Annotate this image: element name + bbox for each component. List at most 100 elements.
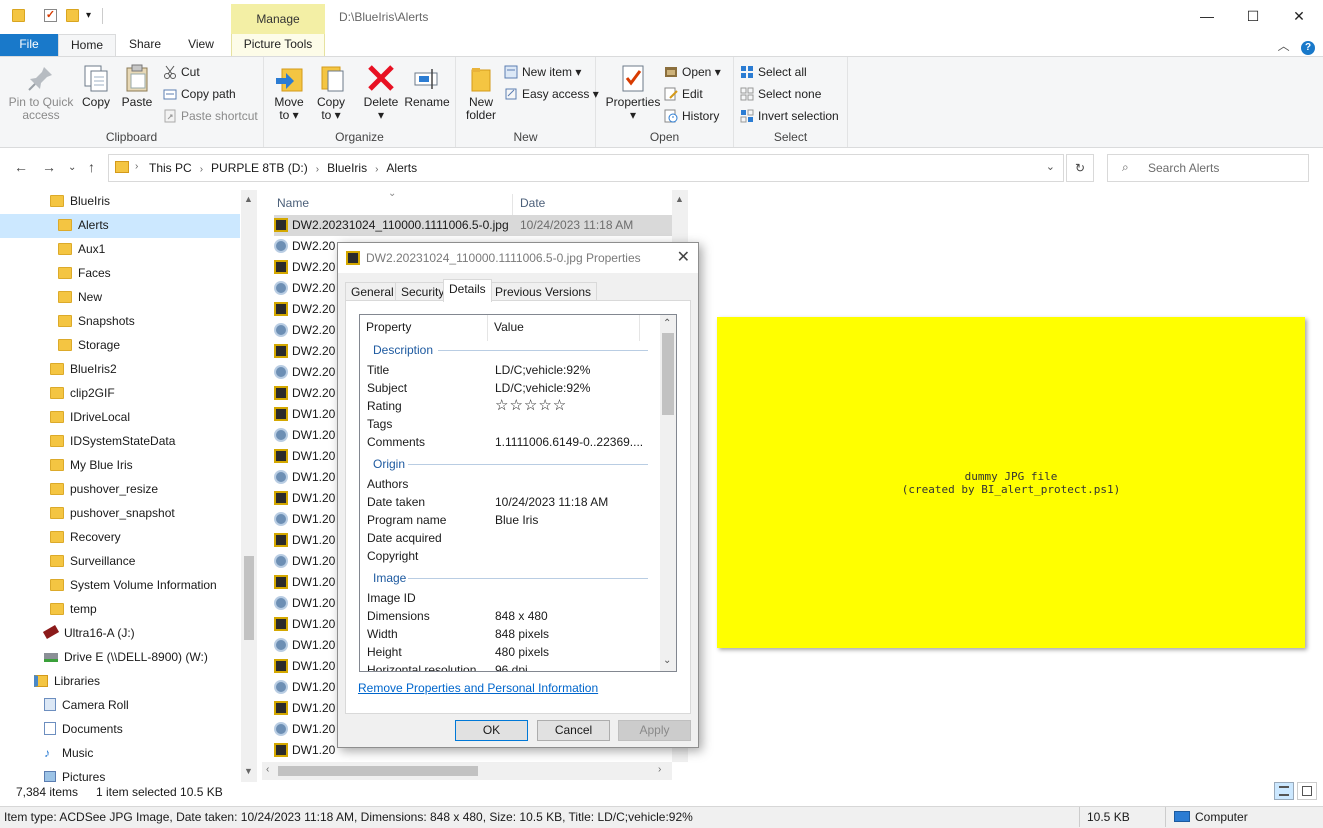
recent-locations-chevron-icon[interactable]: ⌄ xyxy=(68,162,76,173)
scroll-right-icon[interactable]: › xyxy=(658,764,661,775)
tab-share[interactable]: Share xyxy=(120,34,170,56)
tab-general[interactable]: General xyxy=(345,282,400,301)
property-row[interactable]: Rating ☆☆☆☆☆ xyxy=(360,397,660,415)
scroll-up-icon[interactable]: ▲ xyxy=(244,194,253,204)
nav-scrollbar[interactable]: ▲ ▼ xyxy=(241,190,257,782)
crumb-blueiris[interactable]: BlueIris xyxy=(327,161,367,175)
property-row[interactable]: Authors xyxy=(360,475,660,493)
property-row[interactable]: Height 480 pixels xyxy=(360,643,660,661)
property-row[interactable]: Title LD/C;vehicle:92% xyxy=(360,361,660,379)
easy-access-button[interactable]: Easy access ▾ xyxy=(504,85,599,103)
nav-item-pushover-resize[interactable]: pushover_resize xyxy=(0,478,240,502)
tab-manage[interactable]: Manage xyxy=(231,4,325,34)
select-none-button[interactable]: Select none xyxy=(740,85,821,103)
tab-previous-versions[interactable]: Previous Versions xyxy=(489,282,598,301)
address-bar[interactable]: › This PC › PURPLE 8TB (D:) › BlueIris › Alert… xyxy=(108,154,1064,182)
scroll-up-icon[interactable]: ⌃ xyxy=(663,318,671,329)
delete-button[interactable]: Delete ▾ xyxy=(362,61,400,122)
properties-check-icon[interactable]: ✓ xyxy=(44,9,57,22)
file-row[interactable]: DW2.20231024_110000.1111006.5-0.jpg 10/24… xyxy=(274,215,672,236)
scroll-up-icon[interactable]: ▲ xyxy=(675,194,684,204)
nav-item-faces[interactable]: Faces xyxy=(0,262,240,286)
copy-to-button[interactable]: Copy to ▾ xyxy=(312,61,350,122)
nav-item-documents[interactable]: Documents xyxy=(0,718,240,742)
select-all-button[interactable]: Select all xyxy=(740,63,807,81)
nav-item-new[interactable]: New xyxy=(0,286,240,310)
crumb-alerts[interactable]: Alerts xyxy=(386,161,417,175)
nav-item-drive-e[interactable]: Drive E (\\DELL-8900) (W:) xyxy=(0,646,240,670)
nav-item-alerts[interactable]: Alerts xyxy=(0,214,240,238)
customize-quick-access-icon[interactable]: ▾ xyxy=(86,10,91,21)
column-header-value[interactable]: Value xyxy=(488,315,640,341)
crumb-drive[interactable]: PURPLE 8TB (D:) xyxy=(211,161,308,175)
copy-path-button[interactable]: Copy path xyxy=(163,85,236,103)
scroll-left-icon[interactable]: ‹ xyxy=(266,764,269,775)
up-arrow-icon[interactable]: ↑ xyxy=(88,159,95,175)
nav-item-music[interactable]: ♪ Music xyxy=(0,742,240,766)
tab-view[interactable]: View xyxy=(176,34,226,56)
open-button[interactable]: Open ▾ xyxy=(664,63,721,81)
close-button[interactable]: ✕ xyxy=(1276,0,1322,32)
property-row[interactable]: Program name Blue Iris xyxy=(360,511,660,529)
nav-item-clip2gif[interactable]: clip2GIF xyxy=(0,382,240,406)
nav-item-recovery[interactable]: Recovery xyxy=(0,526,240,550)
file-list-hscrollbar[interactable]: ‹ › xyxy=(262,762,672,780)
nav-item-my-blue-iris[interactable]: My Blue Iris xyxy=(0,454,240,478)
paste-shortcut-button[interactable]: Paste shortcut xyxy=(163,107,258,125)
crumb-this-pc[interactable]: This PC xyxy=(149,161,192,175)
tab-details[interactable]: Details xyxy=(443,279,492,302)
nav-item-snapshots[interactable]: Snapshots xyxy=(0,310,240,334)
rating-stars[interactable]: ☆☆☆☆☆ xyxy=(495,397,567,415)
paste-button[interactable]: Paste xyxy=(118,61,156,109)
property-row[interactable]: Dimensions 848 x 480 xyxy=(360,607,660,625)
nav-item-blueiris2[interactable]: BlueIris2 xyxy=(0,358,240,382)
property-row[interactable]: Horizontal resolution 96 dpi xyxy=(360,661,660,671)
new-folder-button[interactable]: New folder xyxy=(462,61,500,122)
nav-item-pushover-snapshot[interactable]: pushover_snapshot xyxy=(0,502,240,526)
column-header-name[interactable]: Name xyxy=(277,194,513,216)
pin-to-quick-access-button[interactable]: Pin to Quick access xyxy=(6,61,76,122)
nav-item-idsystemstatedata[interactable]: IDSystemStateData xyxy=(0,430,240,454)
nav-item-idrivelocal[interactable]: IDriveLocal xyxy=(0,406,240,430)
nav-scroll-thumb[interactable] xyxy=(244,556,254,640)
nav-item-storage[interactable]: Storage xyxy=(0,334,240,358)
cut-button[interactable]: Cut xyxy=(163,63,200,81)
invert-selection-button[interactable]: Invert selection xyxy=(740,107,839,125)
property-row[interactable]: Image ID xyxy=(360,589,660,607)
column-header-date[interactable]: Date xyxy=(520,194,670,216)
rename-button[interactable]: Rename xyxy=(404,61,450,109)
property-row[interactable]: Comments 1.1111006.6149-0..22369.... xyxy=(360,433,660,451)
nav-item-temp[interactable]: temp xyxy=(0,598,240,622)
property-row[interactable]: Width 848 pixels xyxy=(360,625,660,643)
copy-button[interactable]: Copy xyxy=(78,61,114,109)
nav-item-blueiris[interactable]: BlueIris xyxy=(0,190,240,214)
nav-item-surveillance[interactable]: Surveillance xyxy=(0,550,240,574)
property-scrollbar[interactable]: ⌃ ⌄ xyxy=(660,315,676,671)
details-view-button[interactable] xyxy=(1274,782,1294,800)
property-row[interactable]: Date acquired xyxy=(360,529,660,547)
chevron-right-icon[interactable]: › xyxy=(200,164,203,175)
back-arrow-icon[interactable]: ← xyxy=(14,159,28,175)
cancel-button[interactable]: Cancel xyxy=(537,720,610,741)
hscroll-thumb[interactable] xyxy=(278,766,478,776)
column-header-property[interactable]: Property xyxy=(360,315,488,341)
new-folder-icon[interactable] xyxy=(66,9,79,22)
move-to-button[interactable]: Move to ▾ xyxy=(270,61,308,122)
property-row[interactable]: Date taken 10/24/2023 11:18 AM xyxy=(360,493,660,511)
properties-button[interactable]: Properties ▾ xyxy=(604,61,662,122)
scroll-down-icon[interactable]: ⌄ xyxy=(663,655,671,666)
property-scroll-thumb[interactable] xyxy=(662,333,674,415)
chevron-right-icon[interactable]: › xyxy=(135,161,138,172)
scroll-down-icon[interactable]: ▼ xyxy=(244,766,253,776)
edit-button[interactable]: Edit xyxy=(664,85,703,103)
collapse-ribbon-icon[interactable]: ︿ xyxy=(1278,39,1290,53)
new-item-button[interactable]: New item ▾ xyxy=(504,63,581,81)
minimize-button[interactable]: — xyxy=(1184,0,1230,32)
tab-picture-tools[interactable]: Picture Tools xyxy=(231,34,325,56)
property-row[interactable]: Copyright xyxy=(360,547,660,565)
property-row[interactable]: Tags xyxy=(360,415,660,433)
nav-item-aux1[interactable]: Aux1 xyxy=(0,238,240,262)
maximize-button[interactable]: ☐ xyxy=(1230,0,1276,32)
large-icons-view-button[interactable] xyxy=(1297,782,1317,800)
search-input[interactable]: ⌕ Search Alerts xyxy=(1107,154,1309,182)
